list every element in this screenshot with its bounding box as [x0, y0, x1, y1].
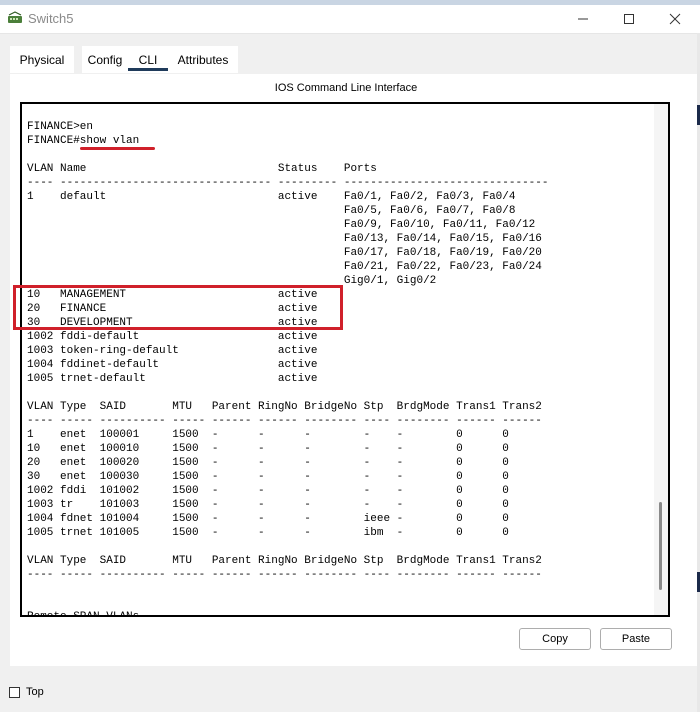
terminal-text: FINANCE>en FINANCE#show vlan VLAN Name Sta… — [27, 120, 549, 617]
tab-config[interactable]: Config — [82, 46, 128, 73]
terminal-line: 1005 trnet 101005 1500 - - - ibm - 0 0 — [27, 527, 509, 539]
cli-window: Switch5 Physical Config CLI Attributes I… — [0, 0, 700, 712]
terminal-line: Fa0/17, Fa0/18, Fa0/19, Fa0/20 — [27, 247, 542, 259]
terminal-line: 10 enet 100010 1500 - - - - - 0 0 — [27, 443, 509, 455]
tab-bar: Physical Config CLI Attributes — [10, 46, 698, 74]
close-icon — [669, 13, 681, 25]
terminal-line: ---- ----- ---------- ----- ------ -----… — [27, 569, 542, 581]
terminal-line: 1004 fdnet 101004 1500 - - - ieee - 0 0 — [27, 513, 509, 525]
scrollbar-thumb[interactable] — [659, 502, 662, 590]
terminal-line: 1003 tr 101003 1500 - - - - - 0 0 — [27, 499, 509, 511]
terminal-line: 20 enet 100020 1500 - - - - - 0 0 — [27, 457, 509, 469]
top-checkbox-row[interactable]: Top — [9, 686, 44, 698]
terminal-line: VLAN Type SAID MTU Parent RingNo BridgeN… — [27, 401, 542, 413]
terminal-line: 1005 trnet-default active — [27, 373, 318, 385]
terminal-line: 1003 token-ring-default active — [27, 345, 318, 357]
terminal-line: Remote SPAN VLANs — [27, 611, 140, 617]
terminal-line: ---- ----- ---------- ----- ------ -----… — [27, 415, 542, 427]
terminal-line: 1002 fddi 101002 1500 - - - - - 0 0 — [27, 485, 509, 497]
terminal-line: Fa0/9, Fa0/10, Fa0/11, Fa0/12 — [27, 219, 536, 231]
tab-physical[interactable]: Physical — [10, 46, 74, 73]
minimize-icon — [578, 18, 588, 20]
minimize-button[interactable] — [560, 5, 606, 33]
command-highlight-underline — [80, 147, 155, 150]
terminal-line: VLAN Name Status Ports — [27, 163, 377, 175]
terminal-line: FINANCE>en — [27, 121, 94, 133]
terminal-output[interactable]: FINANCE>en FINANCE#show vlan VLAN Name Sta… — [20, 102, 670, 617]
terminal-line: ---- -------------------------------- --… — [27, 177, 549, 189]
terminal-line: Fa0/5, Fa0/6, Fa0/7, Fa0/8 — [27, 205, 516, 217]
terminal-line: 1 default active Fa0/1, Fa0/2, Fa0/3, Fa… — [27, 191, 516, 203]
close-button[interactable] — [652, 5, 698, 33]
terminal-line: 30 enet 100030 1500 - - - - - 0 0 — [27, 471, 509, 483]
top-checkbox[interactable] — [9, 686, 20, 698]
title-bar[interactable]: Switch5 — [0, 5, 700, 34]
panel-title: IOS Command Line Interface — [274, 82, 418, 94]
active-tab-indicator — [128, 68, 168, 71]
network-device-icon — [8, 11, 22, 23]
maximize-icon — [624, 14, 634, 24]
vlan-highlight-box — [13, 285, 343, 330]
tab-attributes[interactable]: Attributes — [168, 46, 238, 73]
terminal-line: 1002 fddi-default active — [27, 331, 318, 343]
terminal-line: FINANCE#show vlan — [27, 135, 140, 147]
paste-button[interactable]: Paste — [600, 628, 672, 650]
terminal-line: Fa0/13, Fa0/14, Fa0/15, Fa0/16 — [27, 233, 542, 245]
terminal-line: 1 enet 100001 1500 - - - - - 0 0 — [27, 429, 509, 441]
terminal-line: 1004 fddinet-default active — [27, 359, 318, 371]
top-checkbox-label: Top — [26, 686, 44, 698]
terminal-scrollbar[interactable] — [654, 104, 668, 615]
terminal-line: VLAN Type SAID MTU Parent RingNo BridgeN… — [27, 555, 542, 567]
window-title: Switch5 — [28, 11, 74, 26]
maximize-button[interactable] — [606, 5, 652, 33]
copy-button[interactable]: Copy — [519, 628, 591, 650]
terminal-line: Fa0/21, Fa0/22, Fa0/23, Fa0/24 — [27, 261, 542, 273]
